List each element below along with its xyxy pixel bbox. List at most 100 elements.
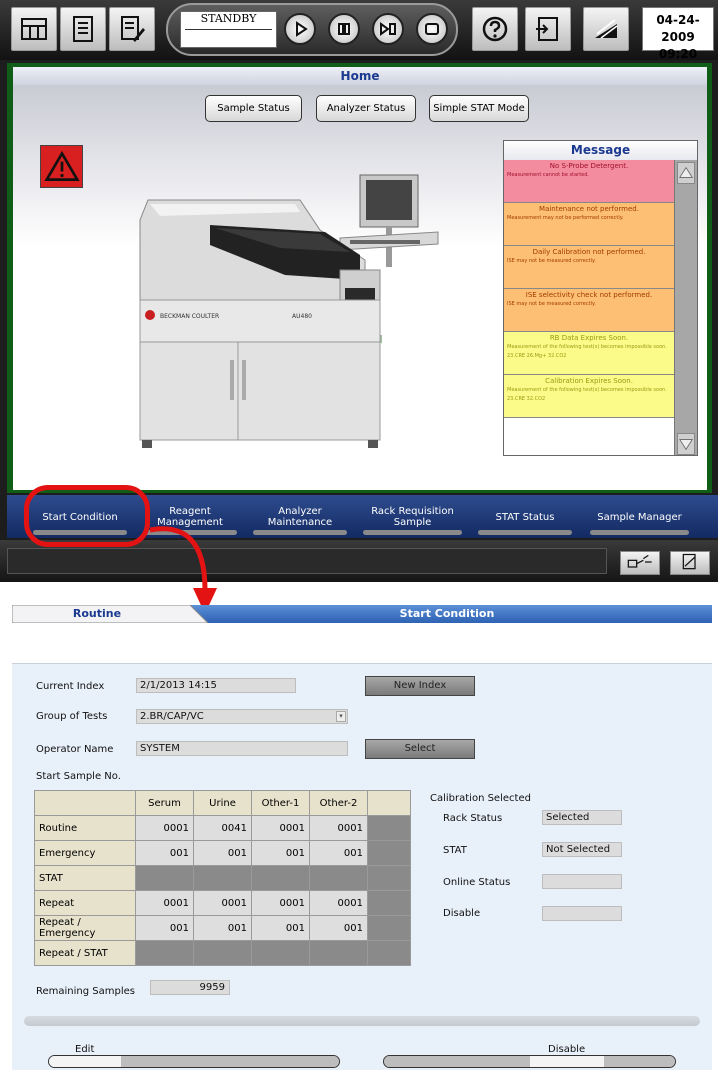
sample-number-cell[interactable]: 001 bbox=[251, 915, 310, 941]
sample-number-cell[interactable]: 0001 bbox=[309, 890, 368, 916]
warning-icon[interactable] bbox=[40, 145, 83, 188]
disabled-cell bbox=[193, 865, 252, 891]
message-item-tests: 23.CRE 26.Mg+ 32.CO2 bbox=[507, 353, 567, 359]
disable-segment-3[interactable] bbox=[604, 1056, 675, 1067]
operator-name-field[interactable]: SYSTEM bbox=[136, 741, 348, 756]
chevron-down-icon[interactable]: ▾ bbox=[336, 711, 346, 722]
list-button[interactable] bbox=[60, 7, 106, 51]
operator-name-label: Operator Name bbox=[36, 744, 114, 755]
select-operator-button[interactable]: Select bbox=[365, 739, 475, 759]
sample-status-button[interactable]: Sample Status bbox=[205, 95, 302, 122]
help-button[interactable] bbox=[472, 7, 518, 51]
message-item[interactable]: No S-Probe Detergent. Measurement cannot … bbox=[504, 160, 674, 203]
message-item[interactable]: RB Data Expires Soon. Measurement of the … bbox=[504, 332, 674, 375]
simple-stat-mode-button[interactable]: Simple STAT Mode bbox=[429, 95, 529, 122]
message-item[interactable]: Daily Calibration not performed. ISE may … bbox=[504, 246, 674, 289]
scroll-up-button[interactable] bbox=[677, 162, 695, 184]
pause-icon bbox=[338, 23, 350, 35]
edit-segment-4[interactable] bbox=[269, 1056, 339, 1067]
status-text: STANDBY bbox=[200, 12, 257, 25]
network-icon bbox=[627, 554, 652, 568]
group-of-tests-select[interactable]: 2.BR/CAP/VC bbox=[136, 709, 348, 724]
sample-number-cell[interactable]: 001 bbox=[193, 915, 252, 941]
message-item-tests: 23.CRE 32.CO2 bbox=[507, 396, 546, 402]
stop-button[interactable] bbox=[416, 13, 448, 45]
disable-segment-1[interactable] bbox=[384, 1056, 531, 1067]
menu-stat-status[interactable]: STAT Status bbox=[470, 497, 580, 537]
sample-number-cell[interactable]: 001 bbox=[309, 840, 368, 866]
disable-button-group[interactable] bbox=[383, 1055, 676, 1068]
disabled-cell bbox=[135, 940, 194, 966]
current-index-label: Current Index bbox=[36, 681, 105, 692]
menu-rack-requisition[interactable]: Rack Requisition Sample bbox=[355, 497, 470, 537]
message-item-body: ISE may not be measured correctly. bbox=[507, 258, 596, 264]
message-item-title: RB Data Expires Soon. bbox=[549, 334, 629, 342]
report-button[interactable] bbox=[670, 551, 710, 575]
edit-button-group[interactable] bbox=[48, 1055, 340, 1068]
sample-number-cell[interactable]: 001 bbox=[251, 840, 310, 866]
message-item-title: Calibration Expires Soon. bbox=[545, 377, 633, 385]
row-label: STAT bbox=[34, 865, 136, 891]
lis-button[interactable] bbox=[620, 551, 660, 575]
home-layout-button[interactable] bbox=[11, 7, 57, 51]
play-icon bbox=[296, 21, 308, 37]
edit-segment-2[interactable] bbox=[121, 1056, 196, 1067]
message-item[interactable]: Maintenance not performed. Measurement ma… bbox=[504, 203, 674, 246]
sample-number-cell[interactable]: 001 bbox=[309, 915, 368, 941]
sampling-stop-button[interactable] bbox=[372, 13, 404, 45]
sample-number-cell[interactable]: 0001 bbox=[251, 890, 310, 916]
message-item[interactable]: Calibration Expires Soon. Measurement of … bbox=[504, 375, 674, 418]
sample-number-cell[interactable]: 001 bbox=[193, 840, 252, 866]
shutdown-button[interactable] bbox=[583, 7, 629, 51]
edit-label: Edit bbox=[75, 1044, 95, 1055]
analyzer-illustration: BECKMAN COULTER AU480 bbox=[139, 174, 439, 448]
disabled-cell bbox=[251, 865, 310, 891]
edit-document-button[interactable] bbox=[109, 7, 155, 51]
panel-header bbox=[12, 623, 712, 664]
menu-analyzer-maintenance[interactable]: Analyzer Maintenance bbox=[245, 497, 355, 537]
table-row: Emergency 001 001 001 001 bbox=[34, 840, 411, 866]
message-item-title: No S-Probe Detergent. bbox=[549, 162, 629, 170]
disabled-cell bbox=[193, 940, 252, 966]
sample-number-cell[interactable]: 0001 bbox=[251, 815, 310, 841]
sample-number-cell[interactable]: 0001 bbox=[193, 890, 252, 916]
edit-segment-3[interactable] bbox=[195, 1056, 270, 1067]
sample-number-cell[interactable]: 0001 bbox=[135, 815, 194, 841]
pause-button[interactable] bbox=[328, 13, 360, 45]
table-column-header: Serum bbox=[135, 790, 194, 816]
model-label: AU480 bbox=[292, 313, 312, 320]
data-transfer-button[interactable] bbox=[525, 7, 571, 51]
table-column-header: Other-2 bbox=[309, 790, 368, 816]
message-scrollbar[interactable] bbox=[674, 160, 697, 455]
row-label: Routine bbox=[34, 815, 136, 841]
sample-number-cell[interactable]: 0001 bbox=[309, 815, 368, 841]
grid-layout-icon bbox=[21, 18, 47, 40]
message-item-title: ISE selectivity check not performed. bbox=[525, 291, 653, 299]
help-icon bbox=[482, 16, 508, 42]
sample-number-cell[interactable]: 001 bbox=[135, 840, 194, 866]
table-column-blank bbox=[367, 790, 411, 816]
disabled-cell bbox=[367, 890, 411, 916]
shutdown-icon bbox=[595, 19, 618, 39]
message-item[interactable]: ISE selectivity check not performed. ISE … bbox=[504, 289, 674, 332]
start-button[interactable] bbox=[284, 13, 316, 45]
online-status-field bbox=[542, 874, 622, 889]
stat-label: STAT bbox=[443, 845, 467, 856]
disabled-cell bbox=[367, 815, 411, 841]
menu-sample-manager[interactable]: Sample Manager bbox=[582, 497, 697, 537]
sample-number-cell[interactable]: 0001 bbox=[135, 890, 194, 916]
message-item-title: Daily Calibration not performed. bbox=[532, 248, 646, 256]
disable-button[interactable] bbox=[530, 1056, 605, 1067]
disabled-cell bbox=[367, 865, 411, 891]
sample-number-cell[interactable]: 0041 bbox=[193, 815, 252, 841]
time-text: 09:20 bbox=[658, 47, 698, 61]
divider-bar bbox=[24, 1016, 700, 1026]
disable-label: Disable bbox=[443, 908, 481, 919]
scroll-down-button[interactable] bbox=[677, 433, 695, 455]
new-index-button[interactable]: New Index bbox=[365, 676, 475, 696]
edit-button[interactable] bbox=[49, 1056, 122, 1067]
analyzer-status-button[interactable]: Analyzer Status bbox=[316, 95, 416, 122]
message-item-body: Measurement cannot be started. bbox=[507, 172, 589, 178]
table-row: Repeat / Emergency 001 001 001 001 bbox=[34, 915, 411, 941]
sample-number-cell[interactable]: 001 bbox=[135, 915, 194, 941]
